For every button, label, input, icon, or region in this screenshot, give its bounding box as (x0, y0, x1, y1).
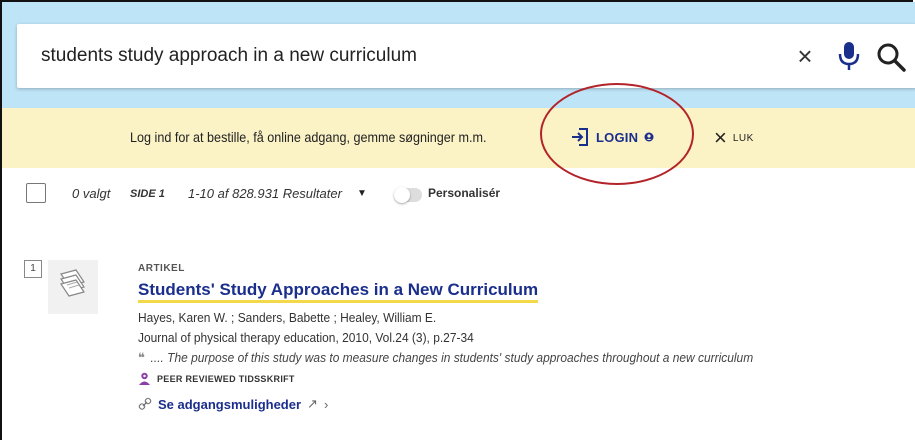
login-icon (572, 128, 588, 146)
result-title-link[interactable]: Students' Study Approaches in a New Curr… (138, 280, 539, 303)
search-box: × (17, 24, 915, 88)
peer-reviewed-label: PEER REVIEWED TIDSSKRIFT (157, 373, 295, 384)
snippet-text: .... The purpose of this study was to me… (150, 350, 754, 365)
document-stack-icon (60, 269, 85, 297)
result-journal: Journal of physical therapy education, 2… (138, 330, 474, 345)
access-label: Se adgangsmuligheder (158, 396, 302, 412)
login-button[interactable]: LOGIN (570, 124, 654, 150)
login-label: LOGIN (596, 129, 639, 145)
peer-reviewed-badge: PEER REVIEWED TIDSSKRIFT (138, 372, 295, 385)
link-icon (138, 397, 152, 410)
search-input[interactable] (41, 24, 741, 88)
result-number: 1 (24, 260, 42, 278)
personalise-label: Personalisér (428, 186, 501, 200)
quote-icon: ❝ (138, 350, 146, 365)
microphone-icon[interactable] (835, 40, 863, 72)
chevron-right-icon: › (323, 396, 329, 412)
peer-reviewed-icon (139, 372, 150, 385)
clear-icon[interactable]: × (791, 42, 819, 70)
result-snippet: ❝ .... The purpose of this study was to m… (138, 350, 753, 366)
select-all-checkbox[interactable] (26, 183, 46, 203)
result-item: 1 ARTIKEL Students' Study Approaches in … (2, 250, 915, 440)
search-icon[interactable] (875, 41, 907, 73)
access-options-link[interactable]: Se adgangsmuligheder ↗ › (138, 396, 328, 412)
caret-down-icon[interactable]: ▼ (357, 188, 367, 199)
results-toolbar: 0 valgt SIDE 1 1-10 af 828.931 Resultate… (2, 168, 915, 228)
result-authors: Hayes, Karen W. ; Sanders, Babette ; Hea… (138, 310, 437, 325)
search-area: × (2, 2, 915, 108)
close-icon: × (714, 125, 727, 150)
results-count[interactable]: 1-10 af 828.931 Resultater (188, 186, 342, 201)
close-banner-button[interactable]: × LUK (714, 126, 754, 150)
selected-count: 0 valgt (72, 186, 111, 201)
personalise-toggle[interactable] (394, 187, 422, 203)
close-label: LUK (732, 132, 754, 144)
login-banner: Log ind for at bestille, få online adgan… (2, 108, 915, 168)
article-thumbnail[interactable] (48, 260, 98, 314)
login-message: Log ind for at bestille, få online adgan… (130, 129, 487, 145)
external-link-icon: ↗ (307, 396, 318, 411)
user-icon (644, 132, 654, 142)
page-label: SIDE 1 (130, 188, 165, 200)
result-type: ARTIKEL (138, 263, 185, 274)
